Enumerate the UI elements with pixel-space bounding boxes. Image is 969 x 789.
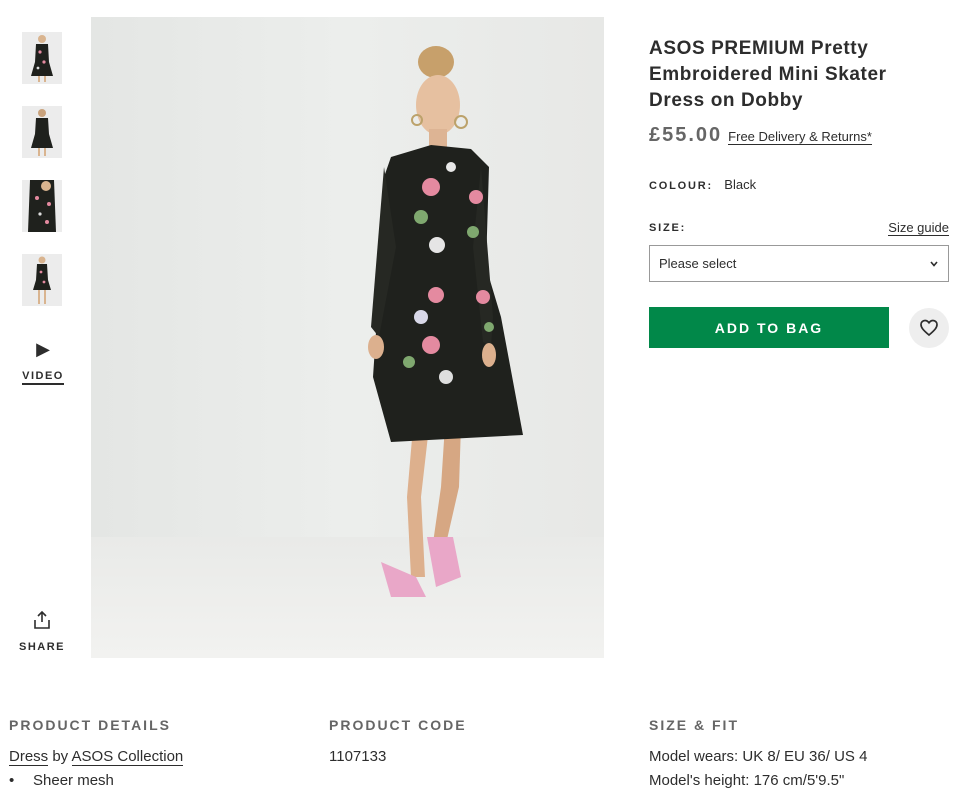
colour-value: Black <box>724 177 757 192</box>
product-thumbnail[interactable] <box>22 180 62 232</box>
colour-row: COLOUR: Black <box>649 177 949 192</box>
product-thumbnail[interactable] <box>22 32 62 84</box>
by-text: by <box>52 748 69 765</box>
list-item: • Sheer mesh <box>9 769 309 789</box>
product-price: £55.00 <box>649 124 723 146</box>
chevron-down-icon <box>930 260 938 267</box>
main-product-image[interactable] <box>91 17 604 658</box>
product-code-heading: PRODUCT CODE <box>329 717 467 733</box>
product-thumbnail[interactable] <box>22 106 62 158</box>
delivery-returns-link[interactable]: Free Delivery & Returns* <box>728 129 872 145</box>
product-code-section: PRODUCT CODE 1107133 <box>329 717 629 769</box>
size-select[interactable]: Please select <box>649 245 949 282</box>
product-thumbnail[interactable] <box>22 254 62 306</box>
product-details-heading: PRODUCT DETAILS <box>9 717 171 733</box>
size-label: SIZE: <box>649 222 687 234</box>
size-fit-heading: SIZE & FIT <box>649 717 739 733</box>
model-wears-text: Model wears: UK 8/ EU 36/ US 4 <box>649 748 868 765</box>
heart-icon <box>920 319 938 336</box>
product-info-panel: ASOS PREMIUM Pretty Embroidered Mini Ska… <box>649 36 949 348</box>
model-height-text: Model's height: 176 cm/5'9.5" <box>649 772 845 789</box>
video-button[interactable]: ▶ VIDEO <box>22 340 64 385</box>
bullet-text: Sheer mesh <box>33 772 114 789</box>
size-row: SIZE: Size guide <box>649 220 949 236</box>
category-link[interactable]: Dress <box>9 748 49 766</box>
video-label: VIDEO <box>22 370 64 385</box>
share-label: SHARE <box>18 641 65 653</box>
share-icon <box>34 610 50 629</box>
product-title: ASOS PREMIUM Pretty Embroidered Mini Ska… <box>649 38 887 111</box>
size-guide-link[interactable]: Size guide <box>888 220 949 236</box>
play-icon: ▶ <box>36 339 50 359</box>
bag-row: ADD TO BAG <box>649 307 949 348</box>
product-details-section: PRODUCT DETAILS Dress by ASOS Collection… <box>9 717 309 789</box>
colour-label: COLOUR: <box>649 180 713 192</box>
add-to-bag-button[interactable]: ADD TO BAG <box>649 307 889 348</box>
price-row: £55.00 Free Delivery & Returns* <box>649 124 949 147</box>
brand-link[interactable]: ASOS Collection <box>71 748 184 766</box>
thumbnail-list <box>22 32 62 328</box>
size-select-value: Please select <box>659 256 737 271</box>
share-button[interactable]: SHARE <box>18 610 66 653</box>
size-fit-section: SIZE & FIT Model wears: UK 8/ EU 36/ US … <box>649 717 959 789</box>
save-for-later-button[interactable] <box>909 307 949 348</box>
product-code-value: 1107133 <box>329 748 387 765</box>
